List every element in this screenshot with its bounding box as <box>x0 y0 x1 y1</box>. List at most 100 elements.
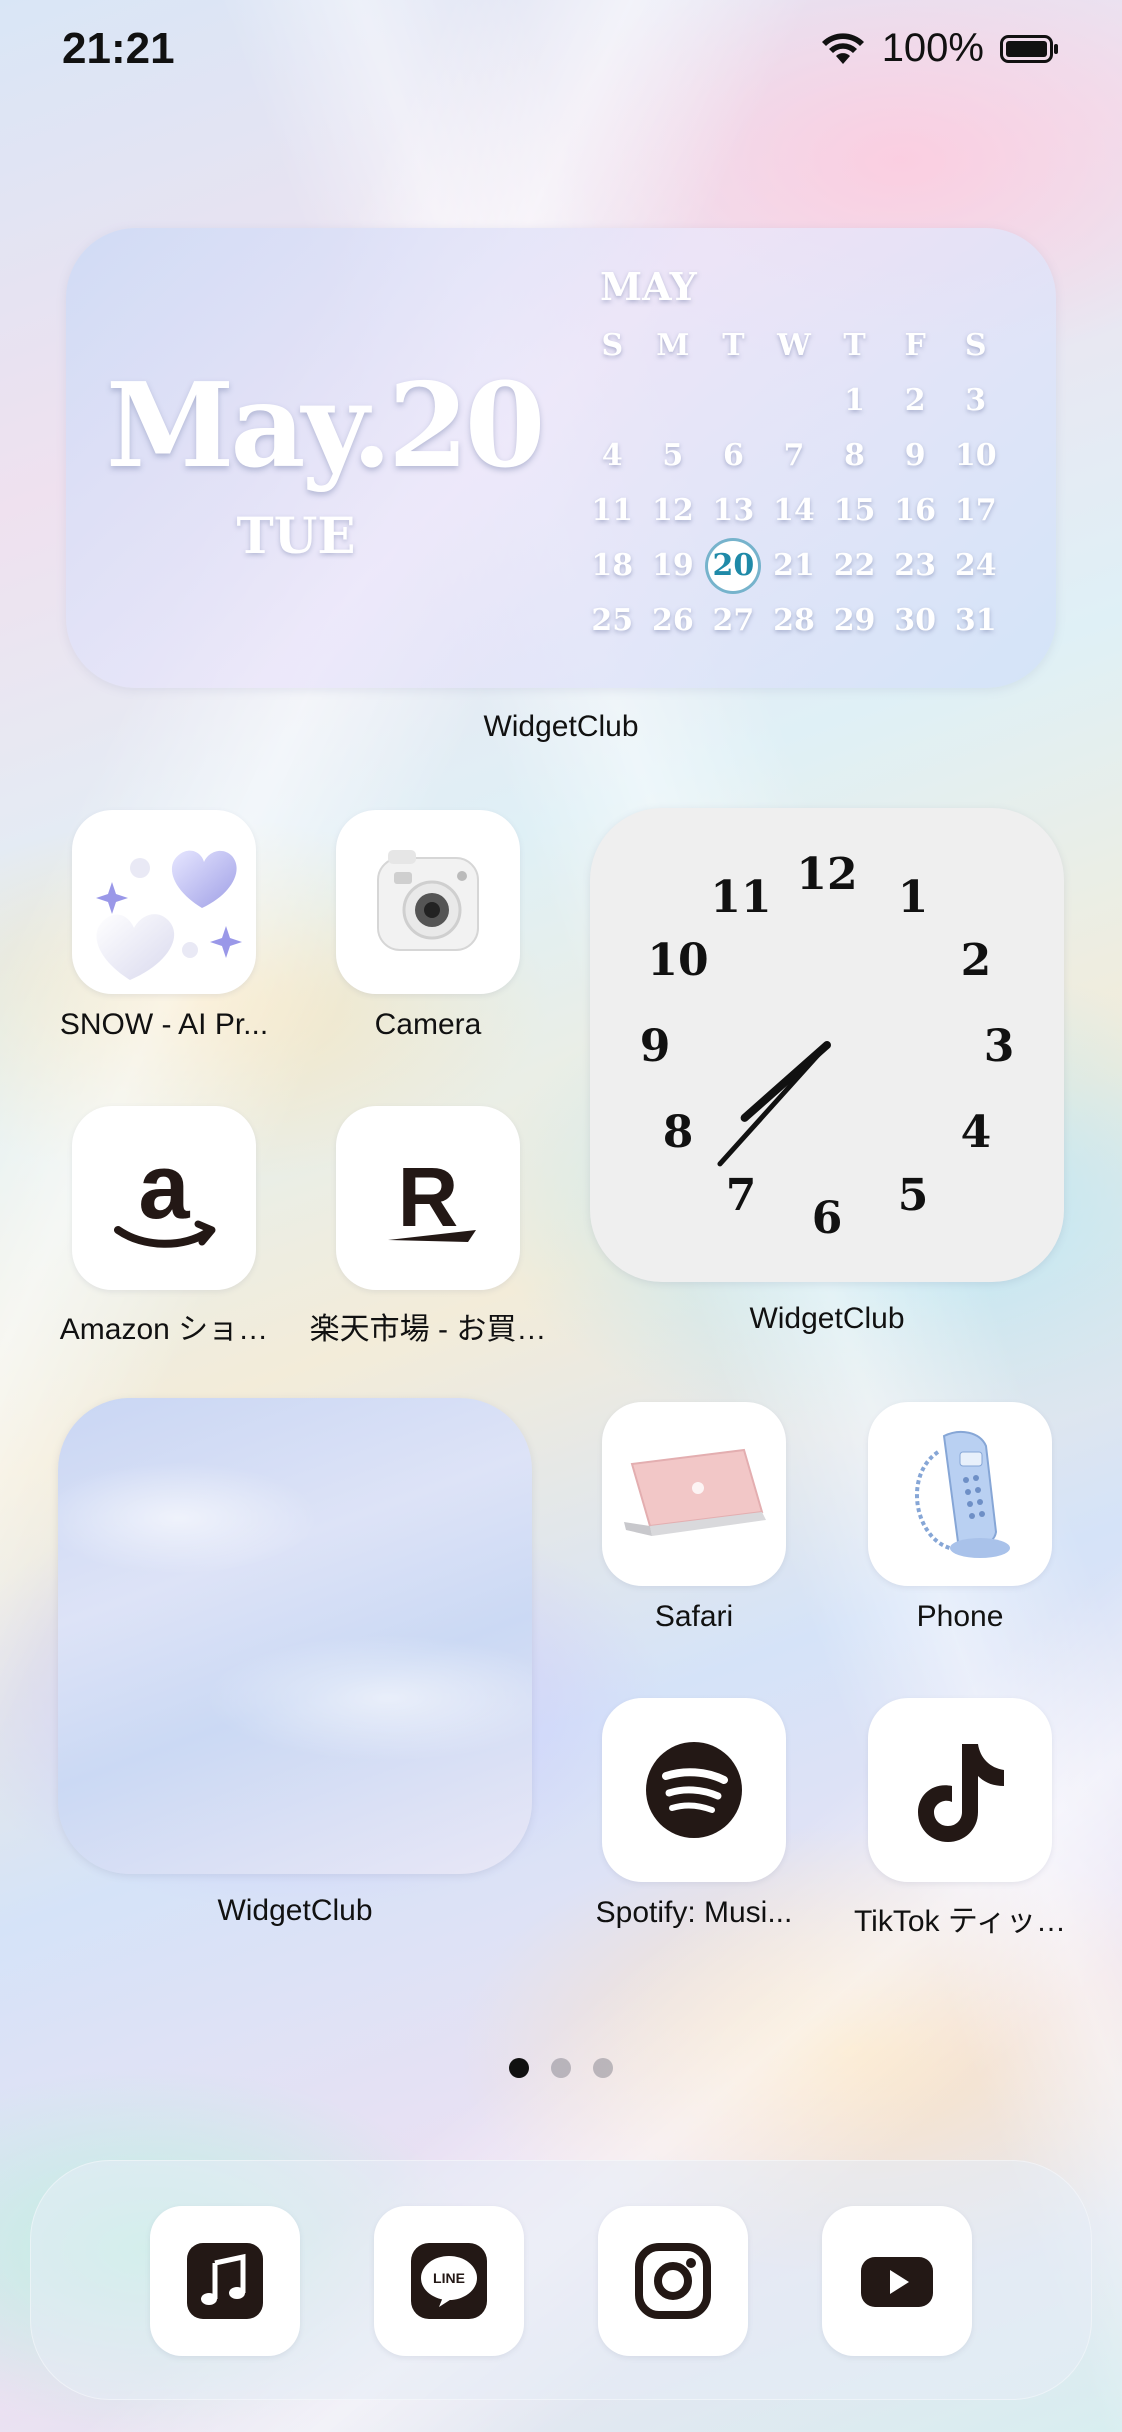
dock-music-app[interactable] <box>150 2206 300 2356</box>
safari-app-label: Safari <box>654 1600 734 1633</box>
calendar-day: 17 <box>954 493 997 528</box>
spotify-app-label: Spotify: Musi... <box>595 1896 793 1929</box>
calendar-day: 12 <box>651 493 694 528</box>
calendar-day: 7 <box>783 438 805 473</box>
snow-app-icon[interactable] <box>72 810 256 994</box>
calendar-day: 14 <box>773 493 815 528</box>
clock-numeral: 7 <box>726 1170 757 1221</box>
calendar-day: 29 <box>833 603 876 638</box>
clock-numeral: 10 <box>647 935 708 986</box>
battery-icon <box>1000 34 1058 63</box>
tiktok-app-label: TikTok ティッ… <box>853 1905 1067 1938</box>
instagram-icon <box>635 2243 711 2319</box>
calendar-day: 23 <box>894 548 936 583</box>
calendar-day <box>643 373 704 428</box>
calendar-weekday-header: S <box>964 328 987 363</box>
clock-widget[interactable]: 12 1 2 3 4 5 6 7 8 9 10 11 <box>590 808 1064 1282</box>
svg-text:a: a <box>138 1136 190 1238</box>
photo-widget-label: WidgetClub <box>217 1894 373 1927</box>
clock-numeral: 11 <box>710 872 771 923</box>
retro-phone-icon <box>915 1430 1010 1558</box>
clock-numeral: 12 <box>796 849 857 900</box>
clock-numeral: 6 <box>812 1193 843 1244</box>
spotify-app-icon[interactable] <box>602 1698 786 1882</box>
tiktok-app-icon[interactable] <box>868 1698 1052 1882</box>
svg-text:LINE: LINE <box>433 2270 465 2286</box>
rakuten-app-icon[interactable]: R <box>336 1106 520 1290</box>
clock-numeral: 4 <box>961 1107 992 1158</box>
phone-app-label: Phone <box>916 1600 1004 1633</box>
widget-date: May.20 <box>106 358 545 494</box>
clock-numeral: 9 <box>640 1021 671 1072</box>
calendar-day: 25 <box>591 603 634 638</box>
amazon-app-icon[interactable]: a <box>72 1106 256 1290</box>
calendar-day: 8 <box>844 438 865 473</box>
calendar-day: 2 <box>904 383 926 418</box>
widget-weekday: TUE <box>236 506 356 565</box>
calendar-day: 1 <box>844 383 865 418</box>
clock-numeral: 2 <box>961 935 992 986</box>
status-indicators: 100% <box>820 26 1058 71</box>
calendar-widget[interactable]: May.20 TUE MAY S M T W T F S 1 2 3 4 5 6 7 8 9 10 11 12 13 1… <box>66 228 1056 688</box>
amazon-app-label: Amazon ショ… <box>59 1313 269 1346</box>
calendar-grid: S M T W T F S 1 2 3 4 5 6 7 8 9 10 11 12 13 14 15 16 17 18 19 20 21… <box>582 318 1006 648</box>
tiktok-logo-icon <box>918 1744 1004 1842</box>
page-dot-2[interactable] <box>551 2058 571 2078</box>
hearts-icon <box>96 850 242 980</box>
snow-app-label: SNOW - AI Pr... <box>59 1008 269 1041</box>
calendar-weekday-header: M <box>656 328 690 363</box>
calendar-day: 6 <box>722 438 744 473</box>
calendar-weekday-header: T <box>722 328 745 363</box>
dock-instagram-app[interactable] <box>598 2206 748 2356</box>
safari-app-icon[interactable] <box>602 1402 786 1586</box>
clock-numeral: 8 <box>663 1107 694 1158</box>
amazon-logo-icon: a <box>114 1136 216 1248</box>
calendar-day <box>582 373 643 428</box>
calendar-day: 10 <box>954 438 997 473</box>
dock-youtube-app[interactable] <box>822 2206 972 2356</box>
svg-text:R: R <box>398 1150 459 1244</box>
photo-widget[interactable] <box>58 1398 532 1874</box>
calendar-day: 9 <box>904 438 926 473</box>
clock-numeral: 5 <box>898 1170 929 1221</box>
calendar-month: MAY <box>600 264 697 309</box>
pink-laptop-icon <box>624 1448 766 1536</box>
dock-line-app[interactable]: LINE <box>374 2206 524 2356</box>
music-icon <box>187 2243 263 2319</box>
page-indicator[interactable] <box>0 2058 1122 2078</box>
clock-minute-hand <box>717 1042 830 1167</box>
analog-clock-face: 12 12 3 45 6 78 9 1011 <box>640 849 1015 1244</box>
calendar-day: 11 <box>591 493 634 528</box>
clock-numeral: 3 <box>984 1021 1015 1072</box>
calendar-day: 26 <box>651 603 694 638</box>
calendar-day: 3 <box>965 383 987 418</box>
page-dot-3[interactable] <box>593 2058 613 2078</box>
page-dot-1[interactable] <box>509 2058 529 2078</box>
calendar-weekday-header: T <box>843 328 866 363</box>
calendar-day: 28 <box>773 603 815 638</box>
phone-app-icon[interactable] <box>868 1402 1052 1586</box>
calendar-day: 22 <box>833 548 876 583</box>
calendar-day: 4 <box>601 438 623 473</box>
clock-numeral: 1 <box>898 872 929 923</box>
rakuten-logo-icon: R <box>388 1150 476 1244</box>
line-icon: LINE <box>411 2243 487 2319</box>
calendar-widget-label: WidgetClub <box>483 710 639 743</box>
calendar-today: 20 <box>703 538 764 593</box>
calendar-day: 16 <box>894 493 936 528</box>
rakuten-app-label: 楽天市場 - お買… <box>309 1313 547 1346</box>
clock-widget-label: WidgetClub <box>749 1302 905 1335</box>
camera-app-icon[interactable] <box>336 810 520 994</box>
spotify-logo-icon <box>646 1742 742 1838</box>
battery-percentage: 100% <box>881 26 984 70</box>
calendar-day: 27 <box>712 603 755 638</box>
calendar-weekday-header: S <box>601 328 624 363</box>
instant-camera-icon <box>377 850 479 951</box>
camera-app-label: Camera <box>374 1008 482 1041</box>
status-time: 21:21 <box>62 24 175 73</box>
wifi-icon <box>821 32 864 64</box>
calendar-day: 13 <box>712 493 755 528</box>
calendar-day: 31 <box>954 603 997 638</box>
calendar-day: 5 <box>662 438 684 473</box>
calendar-day: 18 <box>591 548 634 583</box>
